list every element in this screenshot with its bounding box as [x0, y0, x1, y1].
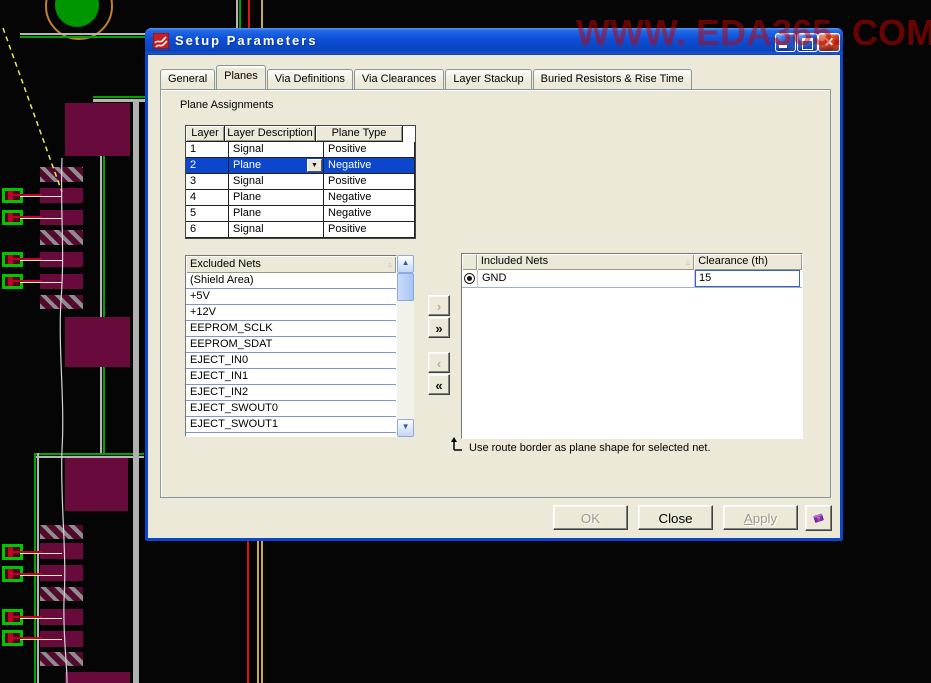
plane-table-row-selected[interactable]: 2 Plane ▼ Negative	[186, 158, 415, 174]
ok-button[interactable]: OK	[553, 505, 628, 530]
apply-button[interactable]: Apply	[723, 505, 798, 530]
minimize-icon	[779, 45, 787, 48]
help-book-icon: ?	[813, 513, 824, 524]
excluded-net-item[interactable]: EEPROM_SDAT	[186, 337, 397, 353]
help-button[interactable]: ?	[805, 505, 832, 531]
plane-table-row[interactable]: 5 Plane Negative	[186, 206, 415, 222]
column-header-layer[interactable]: Layer	[186, 126, 225, 142]
excluded-nets-header[interactable]: Excluded Nets ▵	[186, 256, 397, 273]
excluded-nets-listbox: Excluded Nets ▵ (Shield Area) +5V +12V E…	[185, 255, 398, 437]
net-selected-radio[interactable]	[464, 273, 475, 284]
excluded-net-item[interactable]: EJECT_SWOUT0	[186, 401, 397, 417]
tab-strip: General Planes Via Definitions Via Clear…	[160, 65, 693, 89]
close-window-button[interactable]: ✕	[818, 33, 840, 52]
scrollbar-thumb[interactable]	[397, 273, 414, 301]
plane-table-row[interactable]: 4 Plane Negative	[186, 190, 415, 206]
excluded-net-item[interactable]: EJECT_IN1	[186, 369, 397, 385]
setup-parameters-dialog: Setup Parameters ✕ General Planes Via De…	[145, 28, 843, 541]
plane-assignments-table: Layer Layer Description Plane Type 1 Sig…	[185, 125, 416, 239]
close-icon: ✕	[823, 35, 835, 49]
tab-planes[interactable]: Planes	[216, 65, 266, 89]
included-net-name: GND	[478, 270, 695, 287]
included-net-row[interactable]: GND 15	[462, 270, 802, 288]
tab-via-clearances[interactable]: Via Clearances	[353, 69, 445, 89]
included-nets-panel: Included Nets ▵ Clearance (th) GND 15	[461, 253, 803, 439]
route-border-note-text: Use route border as plane shape for sele…	[469, 442, 711, 454]
plane-table-row[interactable]: 1 Signal Positive	[186, 142, 415, 158]
minimize-button[interactable]	[775, 33, 796, 52]
pads-logo-icon	[153, 33, 169, 49]
layer-description-value: Plane	[233, 159, 262, 171]
excluded-nets-scrollbar[interactable]: ▲ ▼	[397, 255, 414, 437]
column-header-included-nets[interactable]: Included Nets ▵	[476, 254, 695, 270]
tab-general[interactable]: General	[160, 69, 216, 89]
maximize-button[interactable]	[797, 33, 818, 52]
plane-table-row[interactable]: 3 Signal Positive	[186, 174, 415, 190]
excluded-net-item[interactable]: EEPROM_SCLK	[186, 321, 397, 337]
included-nets-header-row: Included Nets ▵ Clearance (th)	[462, 254, 802, 270]
route-border-note: Use route border as plane shape for sele…	[450, 436, 711, 455]
sort-ascending-icon: ▵	[387, 259, 393, 269]
tab-layer-stackup[interactable]: Layer Stackup	[445, 69, 532, 89]
excluded-net-item[interactable]: +12V	[186, 305, 397, 321]
excluded-net-item[interactable]: (Shield Area)	[186, 273, 397, 289]
excluded-nets-list: Excluded Nets ▵ (Shield Area) +5V +12V E…	[185, 255, 414, 437]
clearance-value-cell[interactable]: 15	[695, 270, 800, 287]
close-button[interactable]: Close	[638, 505, 713, 530]
dialog-title: Setup Parameters	[175, 33, 318, 48]
column-header-plane-type[interactable]: Plane Type	[316, 126, 403, 142]
dialog-titlebar[interactable]: Setup Parameters ✕	[145, 28, 843, 55]
add-net-button[interactable]: ›	[428, 295, 450, 316]
excluded-net-item[interactable]: EJECT_IN0	[186, 353, 397, 369]
up-arrow-icon	[451, 437, 462, 451]
plane-assignments-group-label: Plane Assignments	[176, 99, 278, 111]
scrollbar-track[interactable]	[397, 301, 414, 419]
excluded-net-item[interactable]: EJECT_IN2	[186, 385, 397, 401]
excluded-net-item[interactable]: +5V	[186, 289, 397, 305]
radio-column-header	[462, 254, 477, 270]
excluded-net-item[interactable]: EJECT_SWOUT1	[186, 417, 397, 433]
remove-all-nets-button[interactable]: «	[428, 374, 450, 395]
sort-ascending-icon: ▵	[685, 257, 691, 267]
tab-buried-resistors[interactable]: Buried Resistors & Rise Time	[532, 69, 692, 89]
screen: Setup Parameters ✕ General Planes Via De…	[0, 0, 931, 683]
scroll-up-icon[interactable]: ▲	[397, 255, 414, 273]
included-nets-header-label: Included Nets	[480, 255, 549, 267]
excluded-nets-header-label: Excluded Nets	[190, 258, 261, 270]
add-all-nets-button[interactable]: »	[428, 317, 450, 338]
tab-via-definitions[interactable]: Via Definitions	[266, 69, 353, 89]
remove-net-button[interactable]: ‹	[428, 352, 450, 373]
column-header-clearance[interactable]: Clearance (th)	[694, 254, 802, 270]
scroll-down-icon[interactable]: ▼	[397, 419, 414, 437]
layer-description-dropdown-button[interactable]: ▼	[307, 159, 322, 172]
column-header-layer-description[interactable]: Layer Description	[225, 126, 316, 142]
plane-table-header-row: Layer Layer Description Plane Type	[186, 126, 415, 142]
maximize-icon	[802, 38, 813, 50]
plane-table-row[interactable]: 6 Signal Positive	[186, 222, 415, 238]
